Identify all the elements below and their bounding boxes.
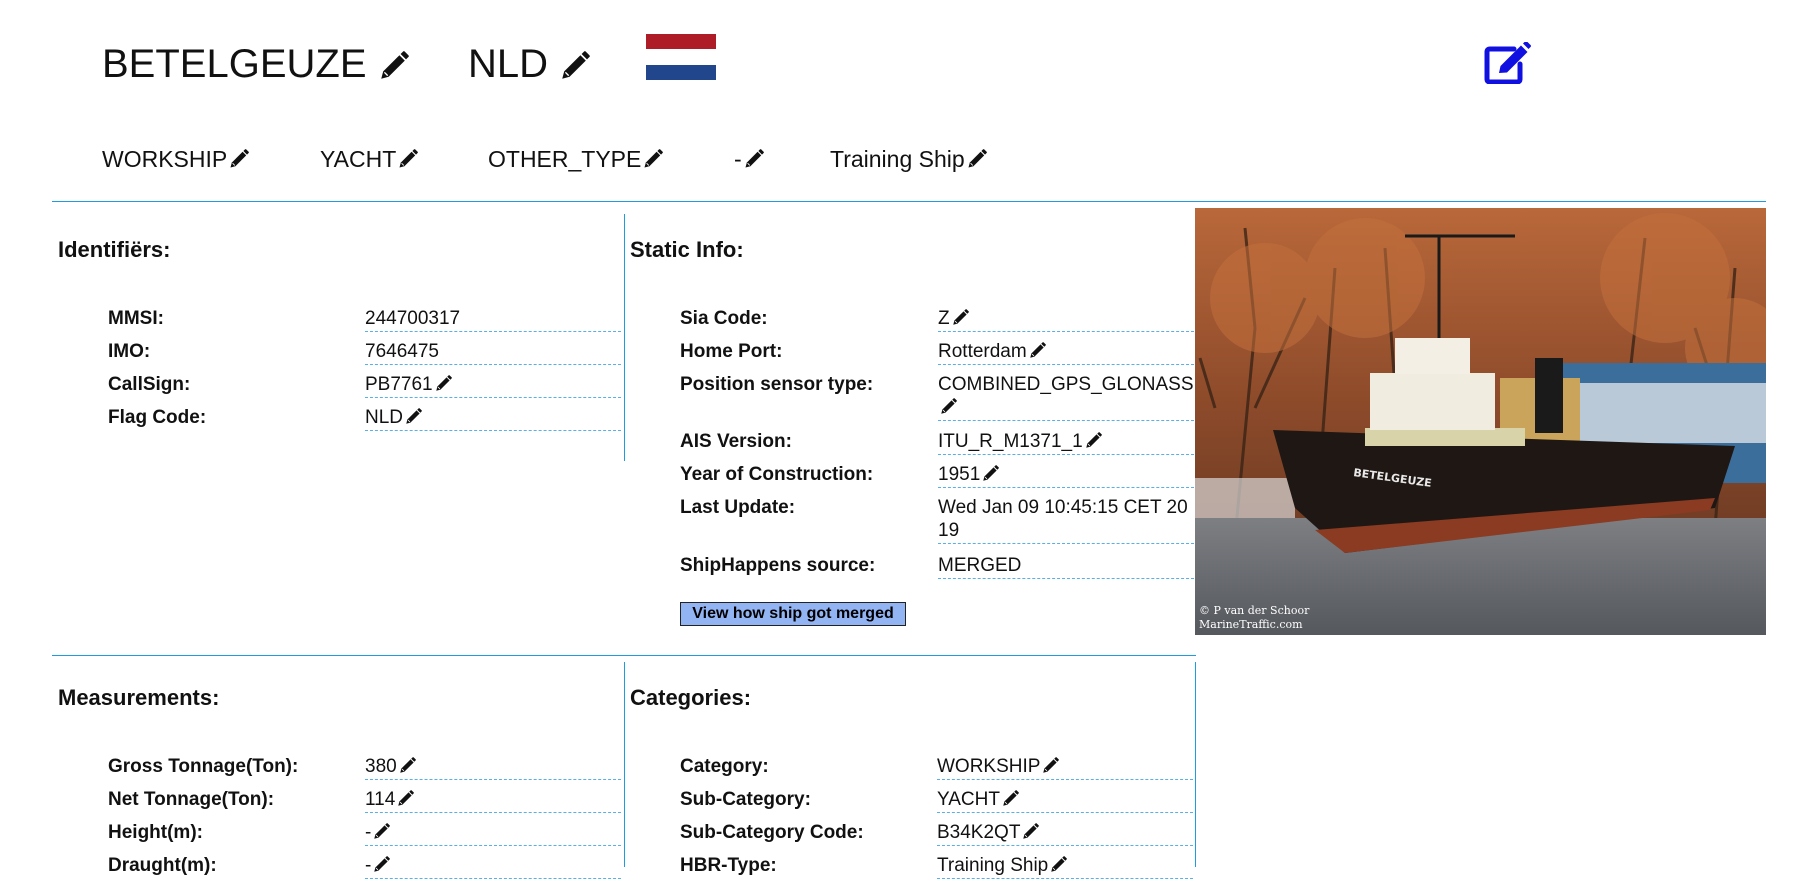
- source-value: MERGED: [938, 554, 1194, 579]
- static-info-title: Static Info:: [630, 237, 744, 262]
- netherlands-flag-icon: [646, 34, 716, 80]
- pencil-icon[interactable]: [229, 149, 249, 169]
- height-value: -: [365, 821, 621, 846]
- year-construction-label: Year of Construction:: [680, 464, 874, 485]
- measurements-divider: [624, 662, 625, 867]
- type-tag-other[interactable]: OTHER_TYPE: [488, 146, 663, 173]
- pencil-icon[interactable]: [1050, 856, 1067, 873]
- pencil-icon[interactable]: [967, 149, 987, 169]
- pencil-icon[interactable]: [399, 757, 416, 774]
- flag-code-label: Flag Code:: [108, 407, 207, 428]
- country-code: NLD: [468, 42, 549, 86]
- pencil-icon[interactable]: [982, 465, 999, 482]
- position-sensor-value: COMBINED_GPS_GLONASS: [938, 373, 1194, 421]
- ais-version-label: AIS Version:: [680, 431, 792, 452]
- ship-name: BETELGEUZE: [102, 42, 367, 86]
- pencil-icon[interactable]: [1022, 823, 1039, 840]
- ship-photo: BETELGEUZE: [1195, 208, 1766, 635]
- categories-divider: [1195, 662, 1196, 867]
- pencil-icon[interactable]: [643, 149, 663, 169]
- type-tag-subcategory[interactable]: YACHT: [320, 146, 418, 173]
- pencil-icon[interactable]: [1042, 757, 1059, 774]
- imo-value: 7646475: [365, 340, 621, 365]
- draught-label: Draught(m):: [108, 855, 217, 876]
- identifiers-divider: [624, 214, 625, 461]
- ais-version-value: ITU_R_M1371_1: [938, 430, 1194, 455]
- pencil-icon[interactable]: [398, 149, 418, 169]
- edit-square-icon[interactable]: [1484, 42, 1532, 84]
- category-value: WORKSHIP: [937, 755, 1193, 780]
- view-merge-button[interactable]: View how ship got merged: [680, 602, 906, 626]
- last-update-label: Last Update:: [680, 497, 796, 518]
- pencil-icon[interactable]: [1029, 342, 1046, 359]
- mmsi-value: 244700317: [365, 307, 621, 332]
- pencil-icon[interactable]: [405, 408, 422, 425]
- imo-label: IMO:: [108, 341, 151, 362]
- pencil-icon[interactable]: [1002, 790, 1019, 807]
- callsign-label: CallSign:: [108, 374, 191, 395]
- type-tag-hbr[interactable]: Training Ship: [830, 146, 987, 173]
- source-label: ShipHappens source:: [680, 555, 876, 576]
- pencil-icon[interactable]: [952, 309, 969, 326]
- home-port-value: Rotterdam: [938, 340, 1194, 365]
- edit-country-pencil-icon[interactable]: [560, 51, 590, 81]
- sub-category-label: Sub-Category:: [680, 789, 811, 810]
- home-port-label: Home Port:: [680, 341, 783, 362]
- edit-ship-name-pencil-icon[interactable]: [379, 51, 409, 81]
- sia-code-value: Z: [938, 307, 1194, 332]
- gross-tonnage-label: Gross Tonnage(Ton):: [108, 756, 299, 777]
- year-construction-value: 1951: [938, 463, 1194, 488]
- identifiers-title: Identifiërs:: [58, 237, 171, 262]
- position-sensor-label: Position sensor type:: [680, 374, 874, 395]
- callsign-value: PB7761: [365, 373, 621, 398]
- pencil-icon[interactable]: [940, 398, 957, 415]
- pencil-icon[interactable]: [373, 856, 390, 873]
- flag-code-value: NLD: [365, 406, 621, 431]
- net-tonnage-label: Net Tonnage(Ton):: [108, 789, 275, 810]
- country-code-heading: NLD: [468, 42, 590, 87]
- sub-category-value: YACHT: [937, 788, 1193, 813]
- mmsi-label: MMSI:: [108, 308, 164, 329]
- height-label: Height(m):: [108, 822, 203, 843]
- categories-title: Categories:: [630, 685, 752, 710]
- type-tag-dash[interactable]: -: [734, 146, 764, 173]
- net-tonnage-value: 114: [365, 788, 621, 813]
- pencil-icon[interactable]: [373, 823, 390, 840]
- section-divider: [52, 655, 1196, 656]
- last-update-value: Wed Jan 09 10:45:15 CET 2019: [938, 496, 1194, 544]
- header-divider: [52, 201, 1766, 202]
- ship-name-heading: BETELGEUZE: [102, 42, 409, 87]
- sub-category-code-label: Sub-Category Code:: [680, 822, 864, 843]
- sub-category-code-value: B34K2QT: [937, 821, 1193, 846]
- pencil-icon[interactable]: [1085, 432, 1102, 449]
- type-tag-category[interactable]: WORKSHIP: [102, 146, 249, 173]
- sia-code-label: Sia Code:: [680, 308, 768, 329]
- pencil-icon[interactable]: [744, 149, 764, 169]
- gross-tonnage-value: 380: [365, 755, 621, 780]
- photo-credit: © P van der Schoor MarineTraffic.com: [1199, 604, 1310, 631]
- measurements-title: Measurements:: [58, 685, 220, 710]
- pencil-icon[interactable]: [397, 790, 414, 807]
- pencil-icon[interactable]: [435, 375, 452, 392]
- category-label: Category:: [680, 756, 769, 777]
- hbr-type-label: HBR-Type:: [680, 855, 777, 876]
